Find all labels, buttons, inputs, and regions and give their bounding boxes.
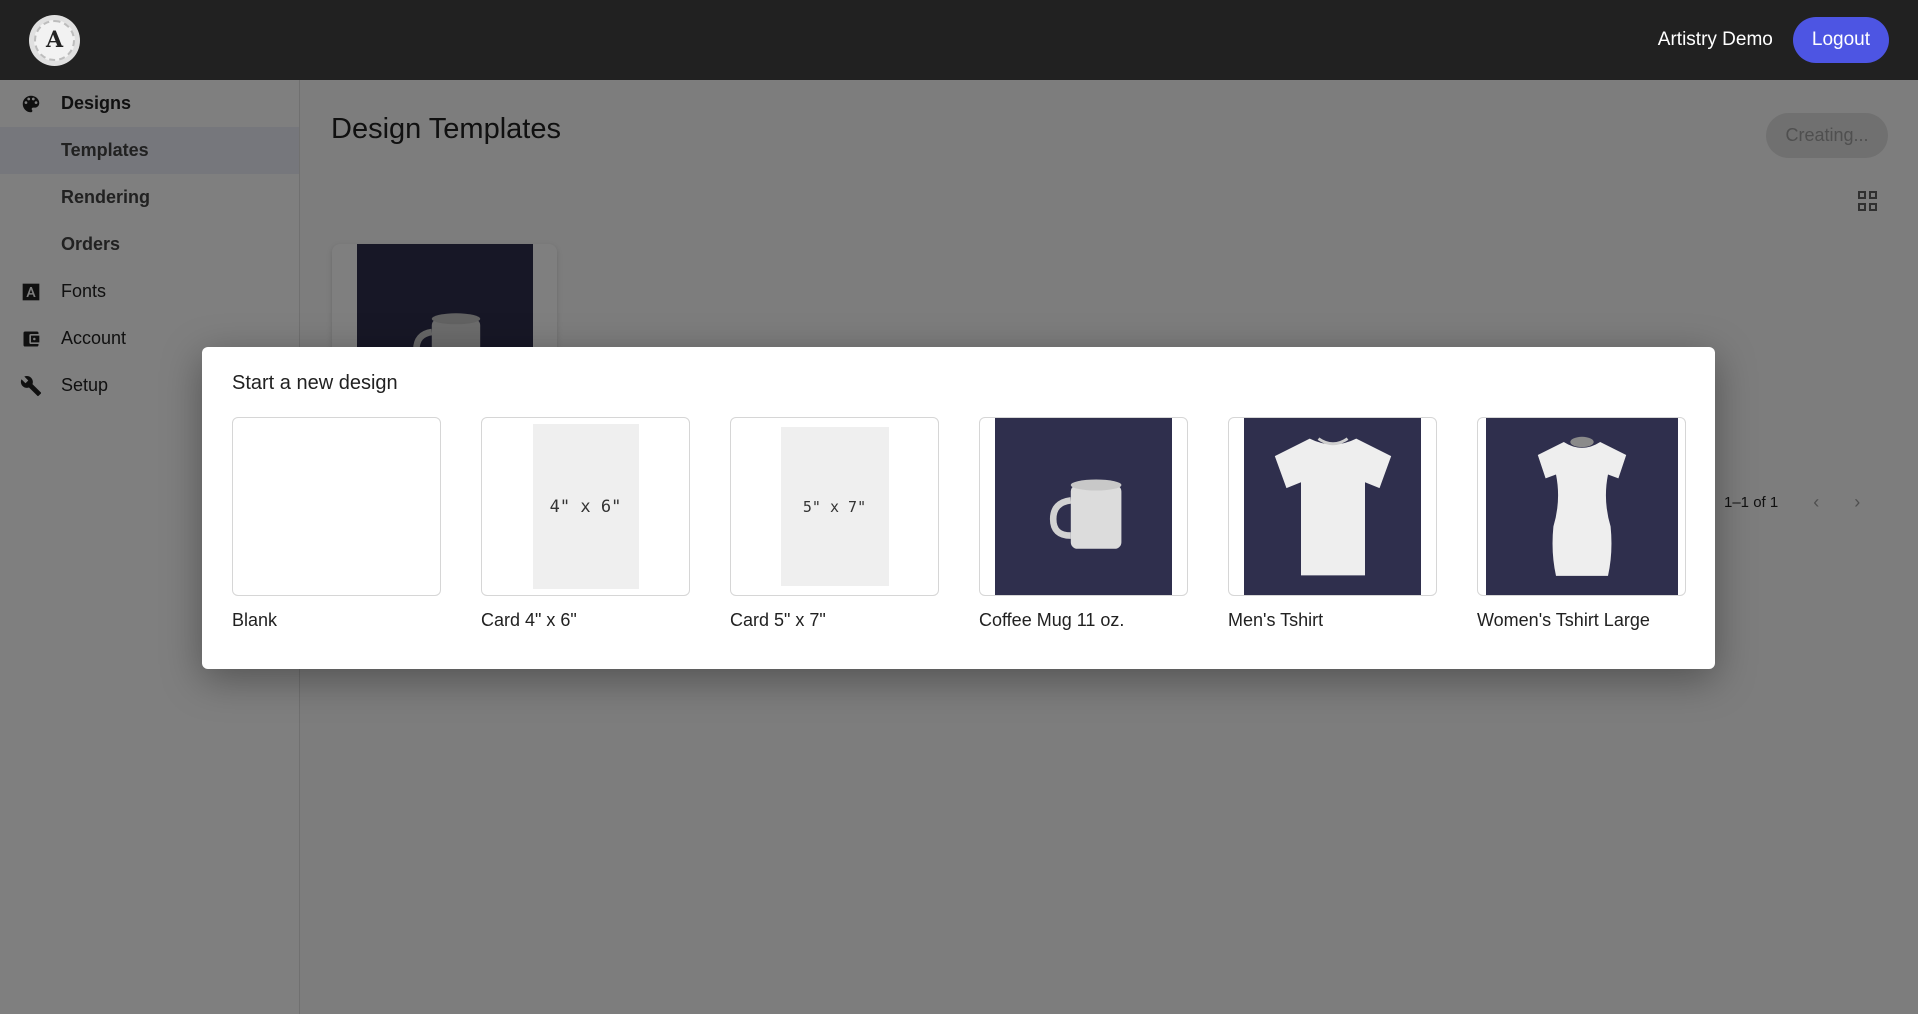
option-card-4x6[interactable]: 4" x 6" Card 4" x 6" xyxy=(481,417,690,631)
logout-button[interactable]: Logout xyxy=(1792,17,1889,63)
tshirt-icon xyxy=(1274,436,1391,575)
option-blank[interactable]: Blank xyxy=(232,417,441,631)
mug-icon xyxy=(1049,479,1121,549)
option-thumbnail: 5" x 7" xyxy=(730,417,939,596)
option-thumbnail: 4" x 6" xyxy=(481,417,690,596)
option-thumbnail xyxy=(1477,417,1686,596)
design-options: Blank 4" x 6" Card 4" x 6" 5" x 7" Card … xyxy=(232,417,1686,631)
option-mens-tshirt[interactable]: Men's Tshirt xyxy=(1228,417,1437,631)
dialog-title: Start a new design xyxy=(232,372,398,394)
option-label: Card 5" x 7" xyxy=(730,610,826,630)
option-thumbnail xyxy=(1228,417,1437,596)
topbar-right: Artistry Demo Logout xyxy=(1658,17,1889,63)
option-coffee-mug[interactable]: Coffee Mug 11 oz. xyxy=(979,417,1188,631)
womens-tshirt-image xyxy=(1485,418,1678,595)
option-thumbnail xyxy=(232,417,441,596)
option-womens-tshirt-large[interactable]: Women's Tshirt Large xyxy=(1477,417,1686,631)
option-label: Men's Tshirt xyxy=(1228,610,1324,630)
top-app-bar: A Artistry Demo Logout xyxy=(0,0,1918,80)
card-preview: 5" x 7" xyxy=(780,427,889,586)
option-card-5x7[interactable]: 5" x 7" Card 5" x 7" xyxy=(730,417,939,631)
tshirt-icon xyxy=(1537,436,1626,576)
app-logo[interactable]: A xyxy=(29,14,80,66)
mens-tshirt-image xyxy=(1244,418,1421,595)
card-preview: 4" x 6" xyxy=(532,424,639,589)
user-name: Artistry Demo xyxy=(1657,29,1773,50)
option-label: Card 4" x 6" xyxy=(481,610,577,630)
option-label: Coffee Mug 11 oz. xyxy=(979,610,1125,630)
mug-image xyxy=(995,418,1172,595)
option-thumbnail xyxy=(979,417,1188,596)
option-label: Women's Tshirt Large xyxy=(1477,610,1650,630)
logo-letter: A xyxy=(34,19,75,61)
option-label: Blank xyxy=(232,610,278,630)
new-design-dialog: Start a new design Blank 4" x 6" Card 4"… xyxy=(202,347,1715,669)
